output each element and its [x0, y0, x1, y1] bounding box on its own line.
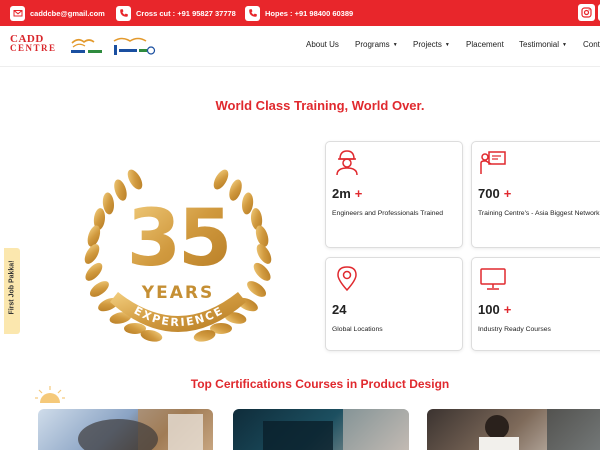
nav-placement-label: Placement — [466, 40, 504, 49]
nav-programs-label: Programs — [355, 40, 390, 49]
logo-line2: CENTRE — [10, 43, 57, 53]
main-navbar: CADD CENTRE About Us Programs ▼ Projects ▼… — [0, 26, 600, 67]
laurel-leaf — [89, 281, 109, 297]
course-image — [479, 409, 600, 450]
stat-card: 700 + Training Centre's - Asia Biggest Ne… — [471, 141, 600, 248]
stat-plus: + — [354, 186, 363, 201]
stat-value: 2m — [332, 186, 351, 201]
stat-value: 700 — [478, 186, 500, 201]
35-years-experience-badge: 35 YEARS EXPERIENCE — [84, 169, 272, 342]
nav-testimonial-label: Testimonial — [519, 40, 560, 49]
nav-contact-label: Cont — [583, 40, 600, 49]
stat-value: 24 — [332, 302, 347, 317]
email-contact[interactable]: caddcbe@gmail.com — [10, 5, 105, 21]
badge-number: 35 — [127, 194, 230, 284]
mail-icon — [10, 5, 25, 21]
instagram-icon[interactable] — [578, 4, 595, 21]
phone-icon — [116, 5, 131, 21]
phone-cross-cut[interactable]: Cross cut : +91 95827 37778 — [116, 5, 236, 21]
monitor-icon — [480, 268, 506, 290]
laurel-leaf — [213, 169, 229, 190]
stat-plus: + — [503, 186, 512, 201]
laurel-leaf — [253, 262, 271, 281]
laurel-leaf — [229, 179, 242, 201]
laurel-leaf — [85, 262, 103, 281]
nav-projects[interactable]: Projects ▼ — [413, 40, 450, 49]
section-headline: World Class Training, World Over. — [215, 98, 425, 113]
nav-projects-label: Projects — [413, 40, 442, 49]
course-image — [263, 409, 409, 450]
stat-label: Training Centre's - Asia Biggest Network — [478, 210, 600, 217]
chevron-down-icon: ▼ — [562, 41, 567, 48]
stat-label: Engineers and Professionals Trained — [332, 210, 444, 217]
chevron-down-icon: ▼ — [444, 41, 450, 48]
phone-cross-cut-text: Cross cut : +91 95827 37778 — [136, 8, 236, 18]
nav-testimonial[interactable]: Testimonial ▼ — [519, 40, 567, 49]
stat-card: 24 Global Locations — [325, 257, 463, 351]
nav-programs[interactable]: Programs ▼ — [355, 40, 398, 49]
skill-india-logo — [71, 38, 102, 53]
stat-card: 2m + Engineers and Professionals Trained — [325, 141, 463, 248]
nav-about[interactable]: About Us — [306, 40, 339, 49]
course-card[interactable] — [233, 409, 409, 450]
course-card[interactable] — [38, 409, 213, 450]
location-pin-icon — [337, 266, 357, 292]
stat-label: Global Locations — [332, 326, 383, 333]
stat-card: 100 + Industry Ready Courses — [471, 257, 600, 351]
phone-hopes-text: Hopes : +91 98400 60389 — [265, 8, 354, 18]
courses-section-title: Top Certifications Courses in Product De… — [190, 377, 450, 391]
top-contact-bar: caddcbe@gmail.com Cross cut : +91 95827 … — [0, 0, 600, 26]
chevron-down-icon: ▼ — [392, 41, 398, 48]
stat-plus: + — [503, 302, 512, 317]
stat-number: 100 + — [478, 302, 511, 317]
phone-icon — [245, 5, 260, 21]
stat-number: 2m + — [332, 186, 362, 201]
stat-label: Industry Ready Courses — [478, 326, 551, 333]
innovate-india-logo — [113, 37, 156, 55]
course-image — [78, 409, 213, 450]
engineer-icon — [336, 150, 358, 176]
phone-hopes[interactable]: Hopes : +91 98400 60389 — [245, 5, 353, 21]
side-tab-label: First Job Pakka! — [8, 260, 16, 315]
laurel-leaf — [127, 169, 143, 190]
stat-number: 24 — [332, 302, 346, 317]
stat-number: 700 + — [478, 186, 511, 201]
laurel-leaf — [247, 281, 267, 297]
first-job-pakka-tab[interactable]: First Job Pakka! — [4, 248, 20, 334]
nav-about-label: About Us — [306, 40, 339, 49]
cadd-centre-logo[interactable]: CADD CENTRE — [10, 34, 57, 53]
trainer-board-icon — [480, 151, 506, 174]
nav-placement[interactable]: Placement — [466, 40, 504, 49]
email-text: caddcbe@gmail.com — [30, 8, 105, 18]
stat-value: 100 — [478, 302, 500, 317]
nav-contact[interactable]: Cont — [583, 40, 600, 49]
badge-years: YEARS — [141, 283, 214, 303]
course-card[interactable] — [427, 409, 600, 450]
